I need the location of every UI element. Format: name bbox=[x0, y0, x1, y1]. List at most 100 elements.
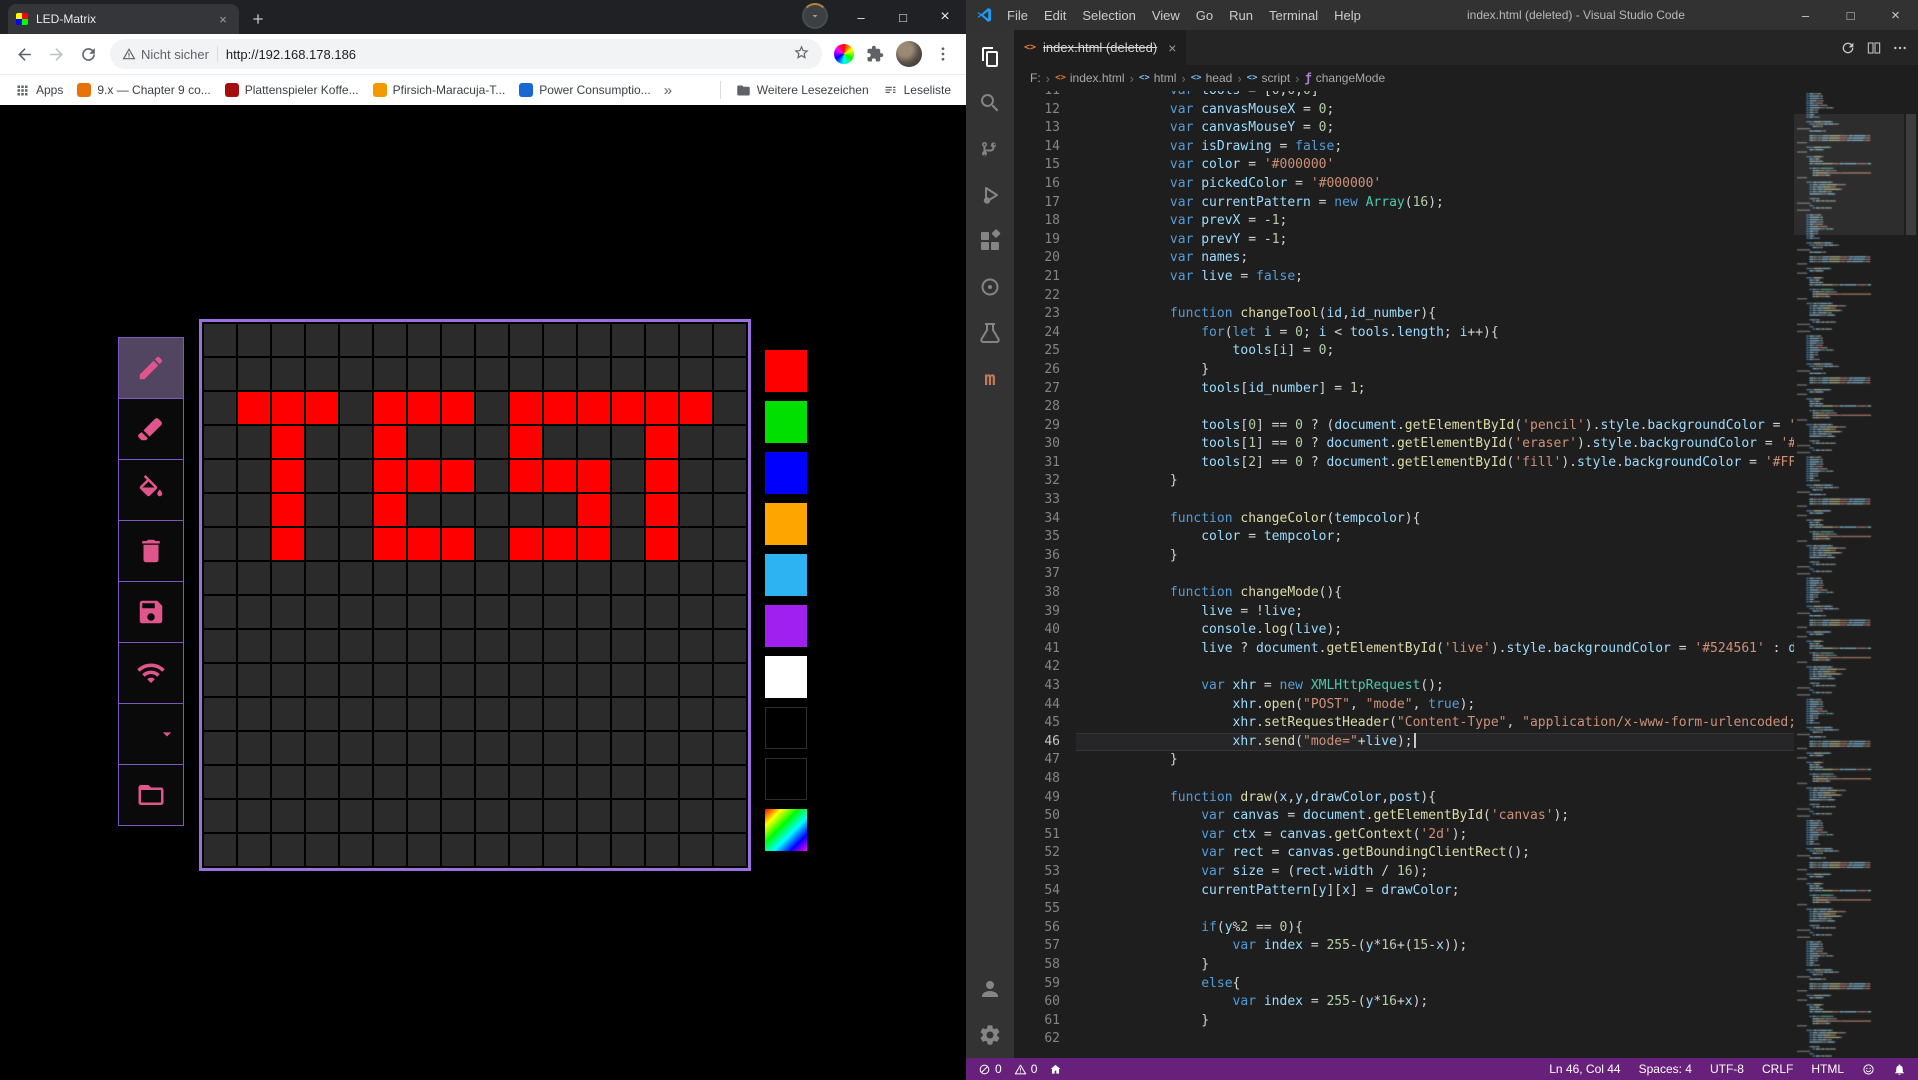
led-cell[interactable] bbox=[646, 528, 678, 560]
led-cell[interactable] bbox=[510, 630, 542, 662]
led-cell[interactable] bbox=[340, 324, 372, 356]
tool-save-button[interactable] bbox=[118, 581, 184, 643]
line-number[interactable]: 57 bbox=[1014, 937, 1060, 956]
code-line[interactable]: for(let i = 0; i < tools.length; i++){ bbox=[1076, 324, 1794, 343]
palette-swatch-4[interactable] bbox=[765, 554, 807, 596]
settings-activity-icon[interactable] bbox=[966, 1012, 1014, 1058]
led-cell[interactable] bbox=[612, 392, 644, 424]
line-number[interactable]: 60 bbox=[1014, 993, 1060, 1012]
led-cell[interactable] bbox=[204, 426, 236, 458]
led-cell[interactable] bbox=[408, 358, 440, 390]
led-cell[interactable] bbox=[306, 698, 338, 730]
led-cell[interactable] bbox=[306, 392, 338, 424]
explorer-activity-icon[interactable] bbox=[966, 34, 1014, 80]
led-cell[interactable] bbox=[442, 732, 474, 764]
line-number[interactable]: 28 bbox=[1014, 398, 1060, 417]
led-cell[interactable] bbox=[680, 562, 712, 594]
code-line[interactable]: var currentPattern = new Array(16); bbox=[1076, 194, 1794, 213]
led-cell[interactable] bbox=[340, 630, 372, 662]
code-line[interactable] bbox=[1076, 1030, 1794, 1049]
minimap-slider[interactable] bbox=[1794, 114, 1904, 235]
led-cell[interactable] bbox=[340, 494, 372, 526]
status-cursor-position[interactable]: Ln 46, Col 44 bbox=[1549, 1062, 1620, 1076]
editor-scrollbar[interactable] bbox=[1904, 91, 1918, 1058]
code-line[interactable]: var pickedColor = '#000000' bbox=[1076, 175, 1794, 194]
run-debug-activity-icon[interactable] bbox=[966, 172, 1014, 218]
led-cell[interactable] bbox=[714, 562, 746, 594]
led-cell[interactable] bbox=[272, 562, 304, 594]
led-cell[interactable] bbox=[578, 460, 610, 492]
palette-swatch-3[interactable] bbox=[765, 503, 807, 545]
code-line[interactable]: if(y%2 == 0){ bbox=[1076, 919, 1794, 938]
menu-view[interactable]: View bbox=[1144, 0, 1188, 30]
led-cell[interactable] bbox=[646, 800, 678, 832]
led-cell[interactable] bbox=[578, 732, 610, 764]
code-line[interactable]: xhr.send("mode="+live); bbox=[1076, 733, 1794, 752]
led-cell[interactable] bbox=[272, 698, 304, 730]
code-line[interactable]: var prevX = -1; bbox=[1076, 212, 1794, 231]
code-line[interactable]: var ctx = canvas.getContext('2d'); bbox=[1076, 826, 1794, 845]
led-cell[interactable] bbox=[306, 596, 338, 628]
led-cell[interactable] bbox=[476, 698, 508, 730]
tool-load-button[interactable] bbox=[118, 764, 184, 826]
led-cell[interactable] bbox=[476, 766, 508, 798]
led-cell[interactable] bbox=[714, 800, 746, 832]
led-cell[interactable] bbox=[510, 732, 542, 764]
led-cell[interactable] bbox=[272, 358, 304, 390]
led-cell[interactable] bbox=[544, 358, 576, 390]
led-cell[interactable] bbox=[238, 766, 270, 798]
led-cell[interactable] bbox=[340, 562, 372, 594]
led-cell[interactable] bbox=[612, 596, 644, 628]
palette-swatch-8[interactable] bbox=[765, 758, 807, 800]
led-cell[interactable] bbox=[340, 732, 372, 764]
led-cell[interactable] bbox=[238, 596, 270, 628]
led-cell[interactable] bbox=[374, 358, 406, 390]
led-cell[interactable] bbox=[272, 664, 304, 696]
led-cell[interactable] bbox=[306, 664, 338, 696]
code-area[interactable]: var tools = [0,0,0] var canvasMouseX = 0… bbox=[1076, 91, 1794, 1049]
led-cell[interactable] bbox=[544, 494, 576, 526]
led-cell[interactable] bbox=[238, 800, 270, 832]
led-cell[interactable] bbox=[306, 562, 338, 594]
line-number[interactable]: 61 bbox=[1014, 1012, 1060, 1031]
led-cell[interactable] bbox=[544, 426, 576, 458]
led-cell[interactable] bbox=[374, 800, 406, 832]
menu-help[interactable]: Help bbox=[1326, 0, 1369, 30]
led-cell[interactable] bbox=[374, 426, 406, 458]
led-cell[interactable] bbox=[476, 834, 508, 866]
led-cell[interactable] bbox=[510, 392, 542, 424]
led-cell[interactable] bbox=[272, 630, 304, 662]
led-cell[interactable] bbox=[408, 528, 440, 560]
led-cell[interactable] bbox=[408, 834, 440, 866]
led-cell[interactable] bbox=[204, 766, 236, 798]
led-cell[interactable] bbox=[272, 392, 304, 424]
led-cell[interactable] bbox=[238, 732, 270, 764]
code-line[interactable]: function draw(x,y,drawColor,post){ bbox=[1076, 789, 1794, 808]
bookmark-star-button[interactable] bbox=[793, 44, 810, 64]
editor-tab[interactable]: <> index.html (deleted) × bbox=[1014, 30, 1186, 65]
led-cell[interactable] bbox=[374, 392, 406, 424]
led-cell[interactable] bbox=[544, 800, 576, 832]
color-picker-extension-icon[interactable] bbox=[834, 44, 854, 64]
led-cell[interactable] bbox=[646, 562, 678, 594]
led-cell[interactable] bbox=[204, 392, 236, 424]
led-cell[interactable] bbox=[680, 494, 712, 526]
code-line[interactable]: var tools = [0,0,0] bbox=[1076, 91, 1794, 101]
vscode-minimize-button[interactable]: – bbox=[1783, 0, 1828, 30]
led-cell[interactable] bbox=[578, 834, 610, 866]
led-cell[interactable] bbox=[680, 460, 712, 492]
led-cell[interactable] bbox=[340, 664, 372, 696]
led-cell[interactable] bbox=[408, 460, 440, 492]
line-number[interactable]: 46 bbox=[1014, 733, 1060, 752]
line-number[interactable]: 37 bbox=[1014, 565, 1060, 584]
line-number[interactable]: 48 bbox=[1014, 770, 1060, 789]
line-number[interactable]: 18 bbox=[1014, 212, 1060, 231]
status-eol[interactable]: CRLF bbox=[1762, 1062, 1793, 1076]
led-cell[interactable] bbox=[204, 460, 236, 492]
source-control-activity-icon[interactable] bbox=[966, 126, 1014, 172]
led-cell[interactable] bbox=[510, 664, 542, 696]
breadcrumb-item-indexhtml[interactable]: <>index.html bbox=[1055, 71, 1125, 85]
led-cell[interactable] bbox=[646, 732, 678, 764]
led-cell[interactable] bbox=[272, 766, 304, 798]
led-cell[interactable] bbox=[238, 460, 270, 492]
